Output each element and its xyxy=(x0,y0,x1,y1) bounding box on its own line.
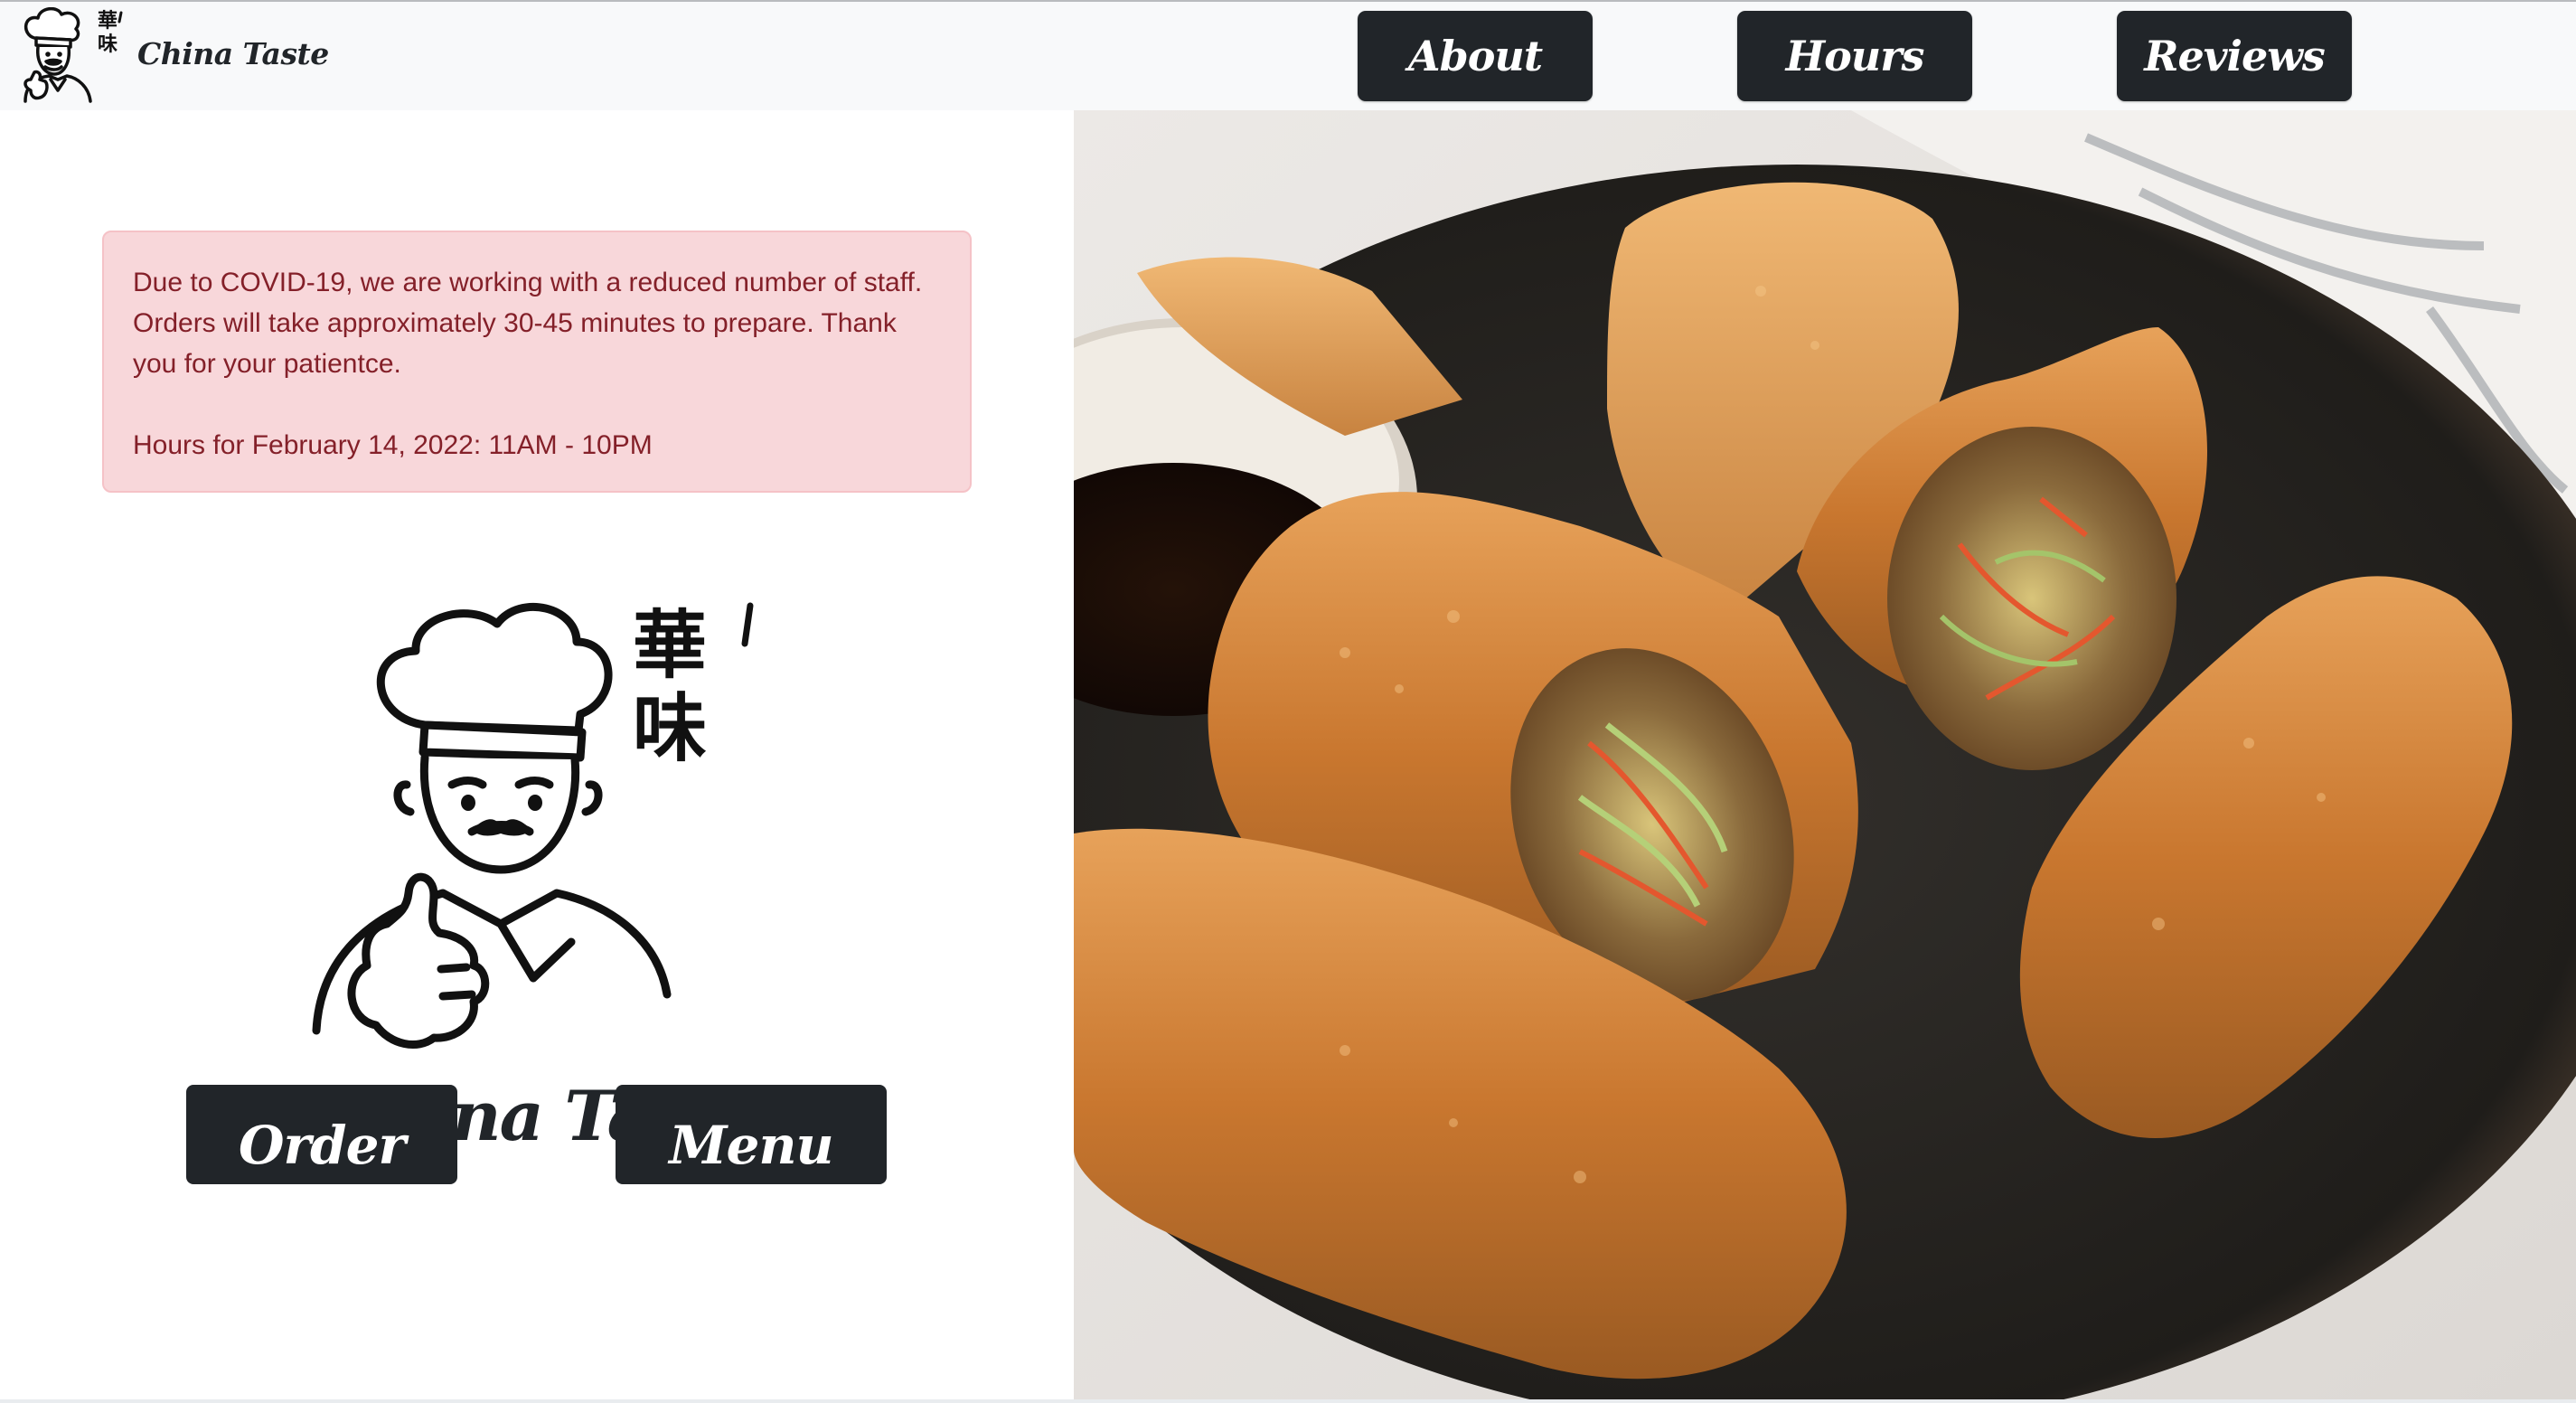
navbar: 華 味 China Taste About Hours Reviews xyxy=(0,2,2576,110)
hero-logo: 華 味 China Taste xyxy=(307,598,777,1156)
order-button[interactable]: Order xyxy=(186,1085,457,1184)
menu-button[interactable]: Menu xyxy=(616,1085,887,1184)
brand-name: China Taste xyxy=(137,36,329,71)
covid-message: Due to COVID-19, we are working with a r… xyxy=(133,268,923,379)
left-panel: Due to COVID-19, we are working with a r… xyxy=(0,110,1074,1403)
chef-logo-icon: 華 味 xyxy=(312,602,754,1049)
nav-about-button[interactable]: About xyxy=(1358,11,1593,101)
nav-hours-button[interactable]: Hours xyxy=(1737,11,1972,101)
hours-message: Hours for February 14, 2022: 11AM - 10PM xyxy=(133,430,653,460)
egg-rolls-photo xyxy=(1074,110,2576,1403)
chef-logo-icon: 華 味 xyxy=(24,7,123,103)
svg-text:華: 華 xyxy=(98,10,118,33)
navbar-brand[interactable]: 華 味 China Taste xyxy=(18,7,329,105)
svg-text:味: 味 xyxy=(98,33,118,56)
window-bottom-border xyxy=(0,1399,2576,1403)
covid-notice-alert: Due to COVID-19, we are working with a r… xyxy=(102,231,972,493)
svg-text:華: 華 xyxy=(633,603,707,689)
svg-text:味: 味 xyxy=(633,686,707,772)
nav-reviews-button[interactable]: Reviews xyxy=(2117,11,2352,101)
egg-rolls-illustration xyxy=(1074,110,2576,1403)
